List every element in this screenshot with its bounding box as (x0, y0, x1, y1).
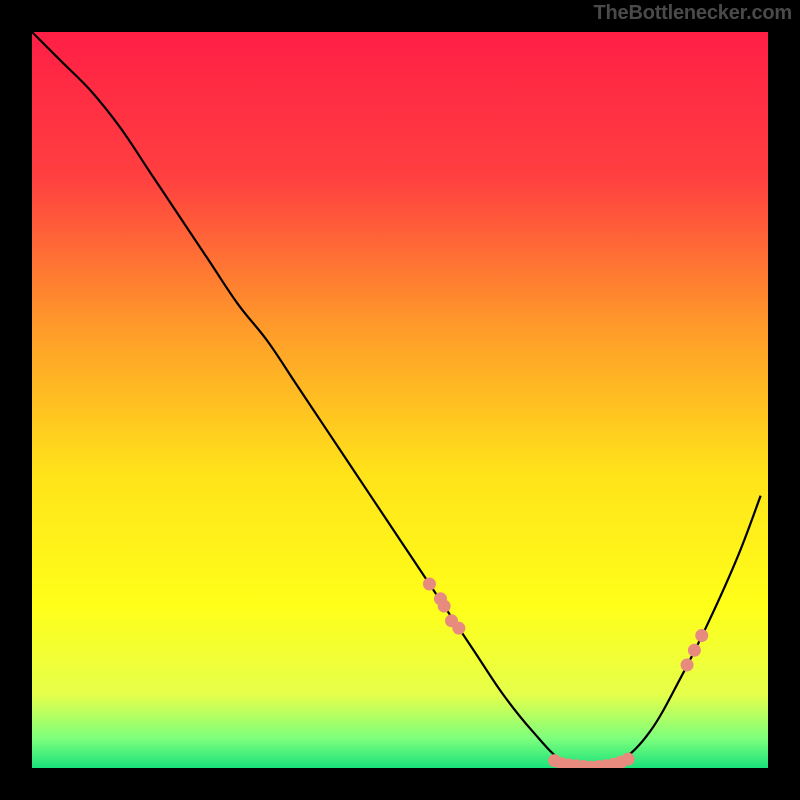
data-marker (688, 644, 701, 657)
watermark-text: TheBottlenecker.com (594, 2, 793, 25)
bottleneck-chart (32, 32, 768, 768)
chart-frame: TheBottlenecker.com (0, 0, 800, 800)
data-marker (681, 658, 694, 671)
data-marker (438, 600, 451, 613)
data-marker (452, 622, 465, 635)
data-marker (695, 629, 708, 642)
data-marker (423, 578, 436, 591)
gradient-background (32, 32, 768, 768)
data-marker (622, 753, 635, 766)
